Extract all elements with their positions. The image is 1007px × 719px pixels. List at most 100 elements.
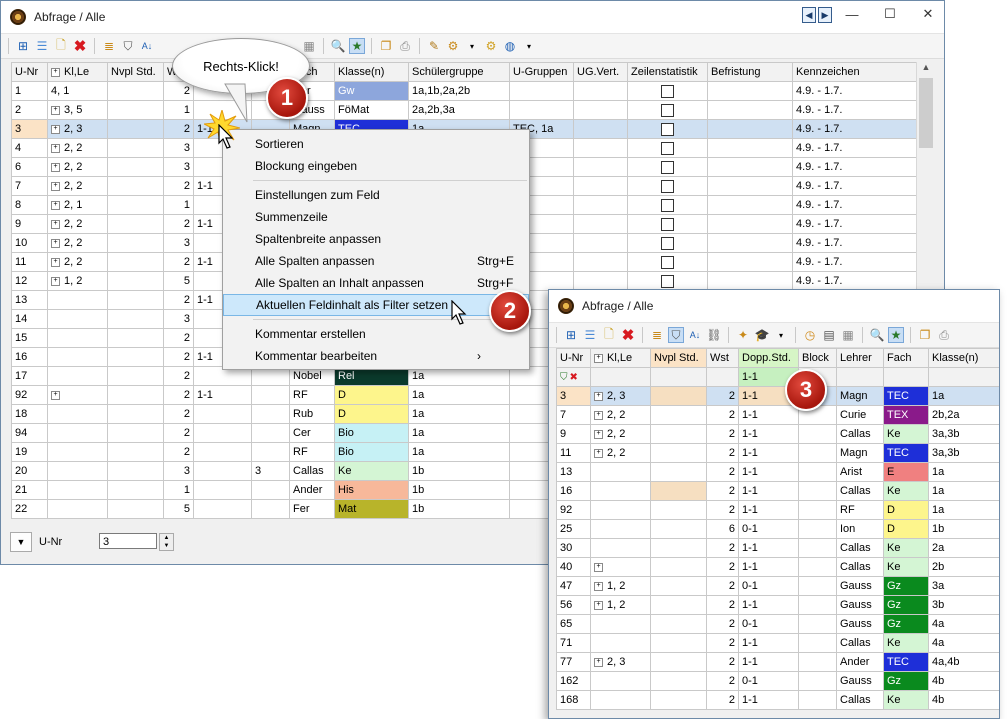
cell-dopp[interactable]: 1-1 <box>738 595 799 615</box>
cell-w[interactable]: 3 <box>163 157 194 177</box>
cell-nvpl[interactable] <box>107 157 164 177</box>
ugvert-checkbox[interactable] <box>661 103 674 117</box>
table-row[interactable]: 65 2 0-1 Gauss Gz 4a <box>556 614 999 634</box>
dropdown-arrow-icon[interactable]: ▾ <box>464 38 480 54</box>
cell-klassen[interactable]: 4b <box>928 690 999 710</box>
cell-wst[interactable]: 2 <box>706 500 739 520</box>
close-button[interactable]: ✕ <box>913 5 943 23</box>
context-menu-item[interactable]: Kommentar bearbeiten › <box>223 345 529 367</box>
column-header[interactable]: Fach <box>883 348 929 368</box>
cell-klle[interactable] <box>47 461 108 481</box>
cell-klassen[interactable]: 1b <box>408 461 510 481</box>
cell-fach[interactable]: D <box>334 404 409 424</box>
cell-w[interactable]: 2 <box>163 119 194 139</box>
cell-ugruppen[interactable] <box>573 233 628 253</box>
cell-w[interactable]: 3 <box>163 461 194 481</box>
cell-nvpl[interactable] <box>650 443 707 463</box>
cell-ugvert[interactable] <box>627 214 708 234</box>
cell-klassen[interactable]: 1a <box>408 385 510 405</box>
cell-fach[interactable]: Gz <box>883 671 929 691</box>
cell-w[interactable]: 2 <box>163 214 194 234</box>
windows-icon[interactable]: ❐ <box>917 327 933 343</box>
ugvert-checkbox[interactable] <box>661 160 674 174</box>
cell-wst[interactable]: 2 <box>706 481 739 501</box>
cell-ugvert[interactable] <box>627 119 708 139</box>
ugvert-checkbox[interactable] <box>661 198 674 212</box>
cell-klassen[interactable]: 3a <box>928 576 999 596</box>
expand-icon[interactable]: + <box>51 200 60 210</box>
sort-list-icon[interactable]: ≣ <box>649 327 665 343</box>
cell-w[interactable]: 1 <box>163 100 194 120</box>
table-row[interactable]: 14, 12CerGw1a,1b,2a,2b4.9. - 1.7.(Z,X) <box>11 81 917 101</box>
cell-w[interactable]: 2 <box>163 385 194 405</box>
column-header[interactable]: Kennzeichen <box>792 62 917 82</box>
cell-ugruppen[interactable] <box>573 195 628 215</box>
cell-ugruppen[interactable] <box>573 176 628 196</box>
cell-unr[interactable]: 13 <box>11 290 48 310</box>
cell-block[interactable] <box>251 404 290 424</box>
cell-unr[interactable]: 4 <box>11 138 48 158</box>
table-row[interactable]: 7 +2, 2 2 1-1 Curie TEX 2b,2a <box>556 405 999 425</box>
cell-w[interactable]: 2 <box>163 442 194 462</box>
table-row[interactable]: 25 6 0-1 Ion D 1b <box>556 519 999 539</box>
expand-all-icon[interactable]: + <box>594 353 603 363</box>
cell-lehrer[interactable]: Ander <box>836 652 884 672</box>
cell-nvpl[interactable] <box>107 233 164 253</box>
expand-all-icon[interactable]: + <box>51 67 60 77</box>
cell-block[interactable] <box>798 576 837 596</box>
cell-nvpl[interactable] <box>107 423 164 443</box>
cell-nvpl[interactable] <box>650 386 707 406</box>
cell-nvpl[interactable] <box>107 100 164 120</box>
statusbar-spinner[interactable]: ▲ ▼ <box>159 533 174 551</box>
cell-fach[interactable]: Bio <box>334 442 409 462</box>
column-header[interactable]: U-Gruppen <box>509 62 574 82</box>
cell-klle[interactable] <box>590 519 651 539</box>
settings-doc-icon[interactable]: ⚙ <box>445 38 461 54</box>
expand-icon[interactable]: + <box>594 429 603 439</box>
cell-w[interactable]: 3 <box>163 309 194 329</box>
cell-fach[interactable]: D <box>883 500 929 520</box>
cell-block[interactable] <box>798 614 837 634</box>
cell-klle[interactable]: +2, 3 <box>590 652 651 672</box>
cell-nvpl[interactable] <box>107 195 164 215</box>
cell-nvpl[interactable] <box>650 500 707 520</box>
ugvert-checkbox[interactable] <box>661 217 674 231</box>
cell-nvpl[interactable] <box>650 614 707 634</box>
sort-az-icon[interactable]: A↓ <box>139 38 155 54</box>
context-menu-item[interactable]: Aktuellen Feldinhalt als Filter setzen <box>223 294 529 316</box>
cell-nvpl[interactable] <box>107 442 164 462</box>
cell-klle[interactable]: + <box>590 557 651 577</box>
cell-unr[interactable]: 12 <box>11 271 48 291</box>
cell-unr[interactable]: 18 <box>11 404 48 424</box>
cell-ugruppen[interactable] <box>573 119 628 139</box>
cell-klle[interactable] <box>47 404 108 424</box>
cell-block[interactable] <box>798 595 837 615</box>
cell-befristung[interactable]: 4.9. - 1.7. <box>792 233 917 253</box>
delete-icon[interactable]: ✖ <box>620 327 636 344</box>
column-header[interactable]: + Kl,Le <box>47 62 108 82</box>
cell-block[interactable]: 3 <box>251 461 290 481</box>
context-menu-item[interactable]: Einstellungen zum Feld <box>223 184 529 206</box>
column-header[interactable]: Block <box>798 348 837 368</box>
cell-unr[interactable]: 77 <box>556 652 591 672</box>
cell-unr[interactable]: 2 <box>11 100 48 120</box>
cell-klle[interactable] <box>47 366 108 386</box>
cell-ugvert[interactable] <box>627 100 708 120</box>
cell-lehrer[interactable]: Fer <box>289 499 335 519</box>
ugvert-checkbox[interactable] <box>661 255 674 269</box>
cell-klle[interactable] <box>47 442 108 462</box>
cell-unr[interactable]: 56 <box>556 595 591 615</box>
column-header[interactable]: Wst <box>706 348 739 368</box>
cell-zeilenstatistik[interactable] <box>707 138 793 158</box>
cell-nvpl[interactable] <box>650 557 707 577</box>
cell-lehrer[interactable]: Magn <box>836 386 884 406</box>
cell-klle[interactable] <box>47 290 108 310</box>
gear-icon[interactable]: ⚙ <box>483 38 499 54</box>
cell-nvpl[interactable] <box>107 119 164 139</box>
filter-active-icon[interactable]: ⛉ <box>668 327 684 343</box>
cell-nvpl[interactable] <box>107 328 164 348</box>
cell-unr[interactable]: 17 <box>11 366 48 386</box>
cell-fach[interactable]: TEC <box>883 443 929 463</box>
cell-unr[interactable]: 11 <box>11 252 48 272</box>
column-header[interactable]: + Kl,Le <box>590 348 651 368</box>
